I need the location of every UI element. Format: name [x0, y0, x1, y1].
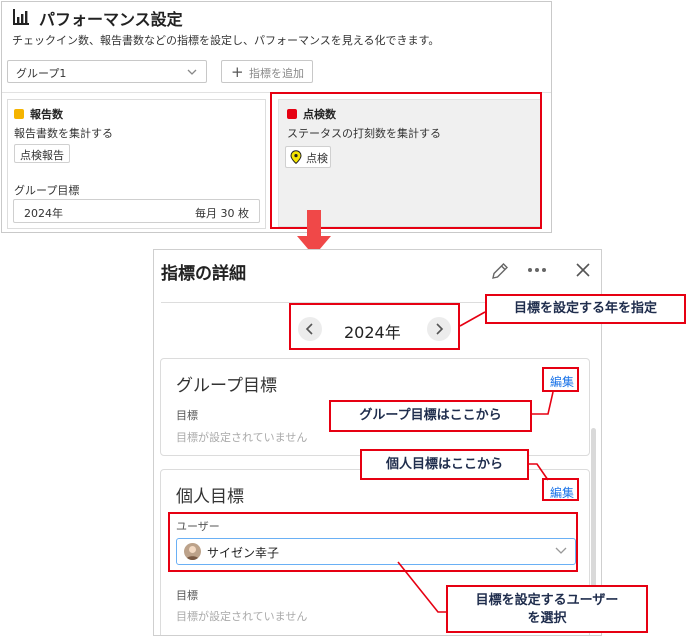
- callout-personal-goal: 個人目標はここから: [360, 449, 529, 480]
- callout-group-goal: グループ目標はここから: [329, 400, 532, 432]
- callout-line: 目標を設定するユーザー: [475, 593, 619, 608]
- callout-select-user: 目標を設定するユーザー を選択: [446, 585, 648, 633]
- callout-year: 目標を設定する年を指定: [485, 294, 686, 324]
- callout-line: を選択: [527, 611, 567, 626]
